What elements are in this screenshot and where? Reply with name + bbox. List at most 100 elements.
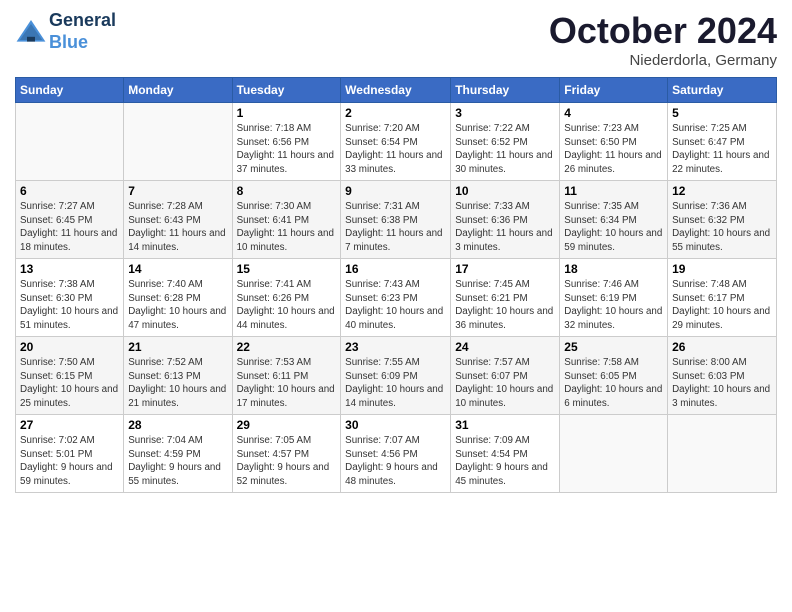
day-number: 16 bbox=[345, 262, 446, 276]
day-cell-3-4: 24Sunrise: 7:57 AM Sunset: 6:07 PM Dayli… bbox=[451, 337, 560, 415]
day-number: 8 bbox=[237, 184, 337, 198]
day-cell-2-5: 18 Sunrise: 7:46 AM Sunset: 6:19 PM Dayli… bbox=[560, 259, 668, 337]
day-number: 4 bbox=[564, 106, 663, 120]
day-info: Sunrise: 7:23 AM Sunset: 6:50 PM Dayligh… bbox=[564, 122, 663, 177]
day-cell-1-6: 12 Sunrise: 7:36 AM Sunset: 6:32 PM Dayli… bbox=[668, 181, 777, 259]
day-number: 14 bbox=[128, 262, 227, 276]
logo-line2: Blue bbox=[49, 32, 116, 54]
calendar-table: Sunday Monday Tuesday Wednesday Thursday… bbox=[15, 77, 777, 493]
day-info: Sunrise: 7:30 AM Sunset: 6:41 PM Dayligh… bbox=[237, 200, 337, 255]
day-number: 28 bbox=[128, 418, 227, 432]
day-number: 5 bbox=[672, 106, 772, 120]
day-info: Sunrise: 7:07 AM Sunset: 4:56 PM Dayligh… bbox=[345, 434, 446, 489]
day-cell-2-1: 14 Sunrise: 7:40 AM Sunset: 6:28 PM Dayli… bbox=[124, 259, 232, 337]
day-number: 29 bbox=[237, 418, 337, 432]
day-cell-0-5: 4 Sunrise: 7:23 AM Sunset: 6:50 PM Daylig… bbox=[560, 103, 668, 181]
day-cell-0-4: 3Sunrise: 7:22 AM Sunset: 6:52 PM Daylig… bbox=[451, 103, 560, 181]
week-row-1: 6 Sunrise: 7:27 AM Sunset: 6:45 PM Daylig… bbox=[16, 181, 777, 259]
day-cell-3-0: 20 Sunrise: 7:50 AM Sunset: 6:15 PM Dayli… bbox=[16, 337, 124, 415]
day-info: Sunrise: 7:50 AM Sunset: 6:15 PM Dayligh… bbox=[20, 356, 119, 411]
day-cell-4-1: 28 Sunrise: 7:04 AM Sunset: 4:59 PM Dayli… bbox=[124, 415, 232, 493]
header-tuesday: Tuesday bbox=[232, 78, 341, 103]
day-cell-0-2: 1 Sunrise: 7:18 AM Sunset: 6:56 PM Daylig… bbox=[232, 103, 341, 181]
day-info: Sunrise: 7:41 AM Sunset: 6:26 PM Dayligh… bbox=[237, 278, 337, 333]
week-row-2: 13 Sunrise: 7:38 AM Sunset: 6:30 PM Dayli… bbox=[16, 259, 777, 337]
day-info: Sunrise: 7:25 AM Sunset: 6:47 PM Dayligh… bbox=[672, 122, 772, 177]
day-info: Sunrise: 7:40 AM Sunset: 6:28 PM Dayligh… bbox=[128, 278, 227, 333]
day-number: 3 bbox=[455, 106, 555, 120]
day-info: Sunrise: 7:57 AM Sunset: 6:07 PM Dayligh… bbox=[455, 356, 555, 411]
day-number: 2 bbox=[345, 106, 446, 120]
day-number: 6 bbox=[20, 184, 119, 198]
day-info: Sunrise: 7:45 AM Sunset: 6:21 PM Dayligh… bbox=[455, 278, 555, 333]
header-friday: Friday bbox=[560, 78, 668, 103]
week-row-3: 20 Sunrise: 7:50 AM Sunset: 6:15 PM Dayli… bbox=[16, 337, 777, 415]
day-number: 30 bbox=[345, 418, 446, 432]
day-number: 19 bbox=[672, 262, 772, 276]
week-row-4: 27 Sunrise: 7:02 AM Sunset: 5:01 PM Dayli… bbox=[16, 415, 777, 493]
day-info: Sunrise: 7:27 AM Sunset: 6:45 PM Dayligh… bbox=[20, 200, 119, 255]
day-cell-1-1: 7 Sunrise: 7:28 AM Sunset: 6:43 PM Daylig… bbox=[124, 181, 232, 259]
header-wednesday: Wednesday bbox=[341, 78, 451, 103]
day-info: Sunrise: 7:48 AM Sunset: 6:17 PM Dayligh… bbox=[672, 278, 772, 333]
day-number: 9 bbox=[345, 184, 446, 198]
header-monday: Monday bbox=[124, 78, 232, 103]
day-cell-0-3: 2 Sunrise: 7:20 AM Sunset: 6:54 PM Daylig… bbox=[341, 103, 451, 181]
header-saturday: Saturday bbox=[668, 78, 777, 103]
day-info: Sunrise: 7:02 AM Sunset: 5:01 PM Dayligh… bbox=[20, 434, 119, 489]
day-info: Sunrise: 8:00 AM Sunset: 6:03 PM Dayligh… bbox=[672, 356, 772, 411]
day-cell-2-3: 16 Sunrise: 7:43 AM Sunset: 6:23 PM Dayli… bbox=[341, 259, 451, 337]
day-cell-1-3: 9 Sunrise: 7:31 AM Sunset: 6:38 PM Daylig… bbox=[341, 181, 451, 259]
day-number: 20 bbox=[20, 340, 119, 354]
day-info: Sunrise: 7:46 AM Sunset: 6:19 PM Dayligh… bbox=[564, 278, 663, 333]
day-cell-1-2: 8 Sunrise: 7:30 AM Sunset: 6:41 PM Daylig… bbox=[232, 181, 341, 259]
location: Niederdorla, Germany bbox=[549, 52, 777, 69]
day-cell-4-4: 31Sunrise: 7:09 AM Sunset: 4:54 PM Dayli… bbox=[451, 415, 560, 493]
day-info: Sunrise: 7:33 AM Sunset: 6:36 PM Dayligh… bbox=[455, 200, 555, 255]
day-cell-0-1 bbox=[124, 103, 232, 181]
day-info: Sunrise: 7:05 AM Sunset: 4:57 PM Dayligh… bbox=[237, 434, 337, 489]
day-number: 13 bbox=[20, 262, 119, 276]
day-cell-2-2: 15Sunrise: 7:41 AM Sunset: 6:26 PM Dayli… bbox=[232, 259, 341, 337]
header-thursday: Thursday bbox=[451, 78, 560, 103]
day-info: Sunrise: 7:55 AM Sunset: 6:09 PM Dayligh… bbox=[345, 356, 446, 411]
header-sunday: Sunday bbox=[16, 78, 124, 103]
day-cell-1-5: 11Sunrise: 7:35 AM Sunset: 6:34 PM Dayli… bbox=[560, 181, 668, 259]
day-cell-3-5: 25 Sunrise: 7:58 AM Sunset: 6:05 PM Dayli… bbox=[560, 337, 668, 415]
day-number: 1 bbox=[237, 106, 337, 120]
day-number: 27 bbox=[20, 418, 119, 432]
day-number: 7 bbox=[128, 184, 227, 198]
day-cell-3-1: 21Sunrise: 7:52 AM Sunset: 6:13 PM Dayli… bbox=[124, 337, 232, 415]
day-number: 25 bbox=[564, 340, 663, 354]
day-info: Sunrise: 7:58 AM Sunset: 6:05 PM Dayligh… bbox=[564, 356, 663, 411]
day-number: 12 bbox=[672, 184, 772, 198]
day-number: 22 bbox=[237, 340, 337, 354]
day-cell-4-5 bbox=[560, 415, 668, 493]
day-number: 18 bbox=[564, 262, 663, 276]
day-info: Sunrise: 7:04 AM Sunset: 4:59 PM Dayligh… bbox=[128, 434, 227, 489]
day-info: Sunrise: 7:36 AM Sunset: 6:32 PM Dayligh… bbox=[672, 200, 772, 255]
day-cell-2-4: 17Sunrise: 7:45 AM Sunset: 6:21 PM Dayli… bbox=[451, 259, 560, 337]
day-cell-4-3: 30 Sunrise: 7:07 AM Sunset: 4:56 PM Dayli… bbox=[341, 415, 451, 493]
calendar-body: 1 Sunrise: 7:18 AM Sunset: 6:56 PM Daylig… bbox=[16, 103, 777, 493]
day-info: Sunrise: 7:53 AM Sunset: 6:11 PM Dayligh… bbox=[237, 356, 337, 411]
day-cell-4-6 bbox=[668, 415, 777, 493]
day-number: 23 bbox=[345, 340, 446, 354]
header: General Blue October 2024 Niederdorla, G… bbox=[15, 10, 777, 69]
day-info: Sunrise: 7:18 AM Sunset: 6:56 PM Dayligh… bbox=[237, 122, 337, 177]
day-info: Sunrise: 7:20 AM Sunset: 6:54 PM Dayligh… bbox=[345, 122, 446, 177]
day-number: 26 bbox=[672, 340, 772, 354]
day-cell-2-6: 19 Sunrise: 7:48 AM Sunset: 6:17 PM Dayli… bbox=[668, 259, 777, 337]
day-info: Sunrise: 7:28 AM Sunset: 6:43 PM Dayligh… bbox=[128, 200, 227, 255]
day-info: Sunrise: 7:43 AM Sunset: 6:23 PM Dayligh… bbox=[345, 278, 446, 333]
title-block: October 2024 Niederdorla, Germany bbox=[549, 10, 777, 69]
day-info: Sunrise: 7:31 AM Sunset: 6:38 PM Dayligh… bbox=[345, 200, 446, 255]
page-container: General Blue October 2024 Niederdorla, G… bbox=[0, 0, 792, 498]
day-cell-4-0: 27 Sunrise: 7:02 AM Sunset: 5:01 PM Dayli… bbox=[16, 415, 124, 493]
day-number: 21 bbox=[128, 340, 227, 354]
day-cell-1-4: 10 Sunrise: 7:33 AM Sunset: 6:36 PM Dayli… bbox=[451, 181, 560, 259]
day-number: 10 bbox=[455, 184, 555, 198]
day-info: Sunrise: 7:35 AM Sunset: 6:34 PM Dayligh… bbox=[564, 200, 663, 255]
day-info: Sunrise: 7:38 AM Sunset: 6:30 PM Dayligh… bbox=[20, 278, 119, 333]
week-row-0: 1 Sunrise: 7:18 AM Sunset: 6:56 PM Daylig… bbox=[16, 103, 777, 181]
